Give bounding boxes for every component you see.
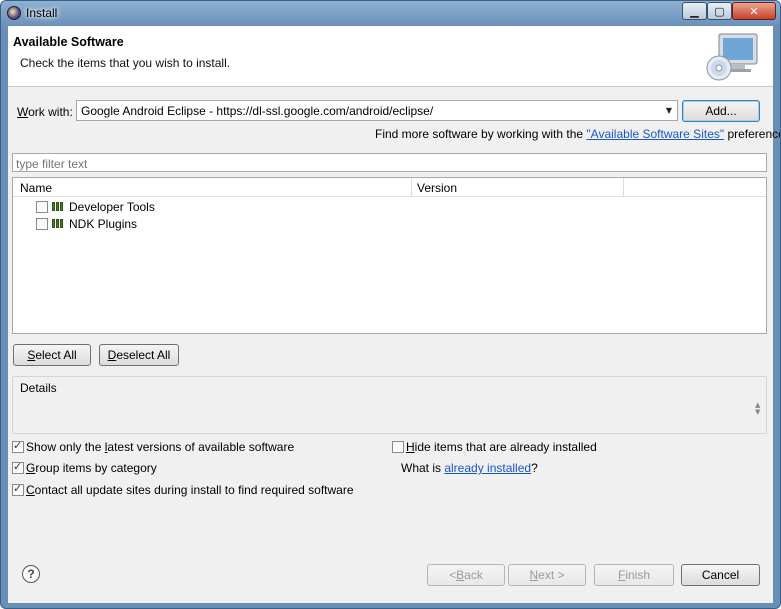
dialog-client-area: Available Software Check the items that … [8, 26, 780, 603]
dialog-header: Available Software Check the items that … [8, 26, 773, 87]
details-scrollbar[interactable]: ▲ ▼ [755, 402, 760, 416]
work-with-combo[interactable]: Google Android Eclipse - https://dl-ssl.… [76, 100, 678, 121]
select-all-button[interactable]: Select All [13, 344, 91, 366]
column-divider[interactable] [411, 178, 412, 197]
row-name: NDK Plugins [69, 217, 138, 231]
category-package-icon [52, 219, 64, 228]
work-with-value: Google Android Eclipse - https://dl-ssl.… [81, 104, 434, 118]
title-bar[interactable]: Install ▁ ▢ ✕ [1, 1, 780, 25]
back-button[interactable]: < Back [427, 564, 505, 586]
filter-input[interactable] [12, 153, 767, 172]
details-group: Details ▲ ▼ [12, 376, 767, 434]
software-tree-table[interactable]: Name Version Developer Tools NDK Plugins [12, 177, 767, 334]
next-button[interactable]: Next > [508, 564, 586, 586]
available-software-sites-link[interactable]: "Available Software Sites" [586, 127, 724, 141]
show-latest-checkbox[interactable] [12, 439, 24, 453]
group-by-category-checkbox[interactable] [12, 460, 24, 474]
what-is-installed-text: What is already installed? [401, 461, 538, 475]
header-title: Available Software [13, 35, 124, 49]
install-monitor-cd-icon [706, 33, 758, 81]
cancel-button[interactable]: Cancel [681, 564, 760, 586]
column-header-version[interactable]: Version [417, 181, 457, 195]
cancel-button-label: Cancel [701, 568, 740, 582]
column-divider[interactable] [623, 178, 624, 197]
maximize-button[interactable]: ▢ [707, 2, 732, 20]
contact-update-sites-label: Contact all update sites during install … [26, 483, 354, 497]
help-icon[interactable]: ? [22, 565, 40, 583]
contact-update-sites-checkbox[interactable] [12, 482, 24, 496]
table-header: Name Version [13, 178, 766, 197]
eclipse-icon [7, 6, 21, 20]
find-more-text: Find more software by working with the "… [375, 127, 780, 141]
work-with-label: Work with: [17, 105, 73, 119]
install-window: Install ▁ ▢ ✕ Available Software Check t… [0, 0, 781, 609]
row-checkbox[interactable] [36, 218, 48, 230]
add-button-label: Add... [705, 104, 737, 118]
hide-installed-checkbox[interactable] [392, 441, 404, 453]
window-title: Install [26, 6, 58, 20]
category-package-icon [52, 202, 64, 211]
deselect-all-button[interactable]: Deselect All [99, 344, 179, 366]
column-header-name[interactable]: Name [20, 181, 52, 195]
table-row[interactable]: Developer Tools [13, 198, 766, 215]
table-row[interactable]: NDK Plugins [13, 215, 766, 232]
already-installed-link[interactable]: already installed [444, 461, 531, 475]
group-by-category-label: Group items by category [26, 461, 157, 475]
header-subtitle: Check the items that you wish to install… [20, 56, 231, 70]
add-button[interactable]: Add... [682, 100, 760, 122]
row-checkbox[interactable] [36, 201, 48, 213]
chevron-down-icon[interactable]: ▼ [661, 100, 677, 121]
minimize-button[interactable]: ▁ [682, 2, 707, 20]
show-latest-label: Show only the latest versions of availab… [26, 440, 295, 454]
row-name: Developer Tools [69, 200, 155, 214]
hide-installed-label: Hide items that are already installed [406, 440, 597, 454]
details-label: Details [20, 381, 57, 395]
finish-button[interactable]: Finish [594, 564, 674, 586]
close-button[interactable]: ✕ [732, 2, 776, 20]
